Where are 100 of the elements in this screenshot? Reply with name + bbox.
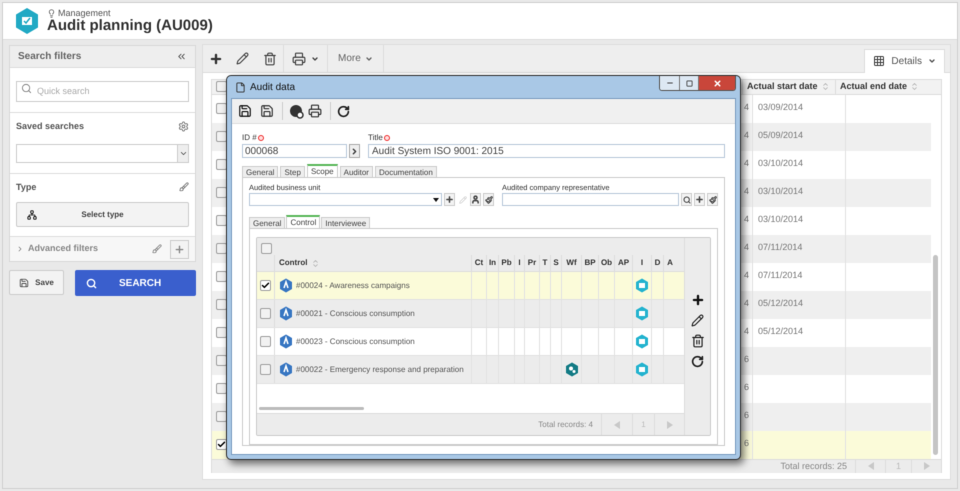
module-label[interactable]: Management bbox=[58, 9, 111, 18]
checkbox[interactable] bbox=[216, 382, 226, 394]
checkbox[interactable] bbox=[216, 354, 226, 366]
broom-icon[interactable] bbox=[152, 244, 162, 254]
refresh-icon[interactable] bbox=[337, 104, 350, 118]
select-type-button[interactable]: Select type bbox=[16, 202, 189, 227]
caret-icon bbox=[311, 54, 319, 62]
id-field[interactable]: 000068 bbox=[242, 144, 347, 158]
add-button[interactable] bbox=[444, 193, 456, 206]
control-icon bbox=[279, 306, 293, 322]
save-close-icon[interactable] bbox=[260, 104, 274, 118]
tab[interactable]: Interviewee bbox=[321, 217, 370, 230]
column-header[interactable]: S bbox=[553, 257, 559, 270]
checkbox[interactable] bbox=[216, 438, 226, 450]
view-menu[interactable]: Details bbox=[864, 48, 945, 72]
printer-icon bbox=[292, 52, 306, 66]
table-row[interactable]: #00023 - Conscious consumption bbox=[257, 328, 684, 356]
tab[interactable]: General bbox=[249, 217, 286, 230]
checkbox[interactable] bbox=[216, 130, 226, 142]
table-cell-text: 6 bbox=[744, 352, 749, 366]
clear-button[interactable] bbox=[483, 193, 494, 206]
more-menu[interactable]: More bbox=[328, 45, 384, 72]
indicator-icon bbox=[635, 278, 649, 294]
checkbox[interactable] bbox=[216, 270, 226, 282]
collapse-icon[interactable] bbox=[176, 51, 187, 62]
table-row[interactable]: #00021 - Conscious consumption bbox=[257, 300, 684, 328]
column-header[interactable]: Ob bbox=[600, 257, 612, 270]
quick-search-field[interactable]: Quick search bbox=[16, 80, 189, 102]
total-records: Total records: 25 bbox=[780, 460, 848, 472]
search-button[interactable]: SEARCH bbox=[75, 270, 196, 296]
checkbox[interactable] bbox=[216, 242, 226, 254]
table-cell-text: 4 bbox=[744, 324, 749, 338]
checkbox[interactable] bbox=[216, 214, 226, 226]
add-filter-button[interactable] bbox=[170, 240, 189, 258]
column-header[interactable]: D bbox=[654, 257, 660, 270]
column-header[interactable]: Ct bbox=[474, 257, 484, 270]
settings-icon[interactable] bbox=[178, 121, 189, 132]
scrollbar[interactable] bbox=[259, 407, 364, 410]
column-header[interactable]: Actual end date bbox=[840, 80, 908, 94]
globe-search-icon[interactable] bbox=[289, 104, 304, 118]
print-preview-icon[interactable] bbox=[308, 104, 322, 118]
caret-icon bbox=[364, 54, 373, 62]
column-header[interactable]: A bbox=[667, 257, 673, 270]
maximize-button[interactable] bbox=[680, 76, 699, 90]
column-header[interactable]: BP bbox=[584, 257, 596, 270]
checkbox[interactable] bbox=[216, 298, 226, 310]
window-title: Audit data bbox=[250, 80, 296, 94]
tab[interactable]: Step bbox=[280, 166, 305, 178]
checkbox[interactable] bbox=[216, 102, 226, 114]
tab[interactable]: Scope bbox=[306, 164, 338, 178]
save-icon[interactable] bbox=[238, 104, 252, 118]
close-icon bbox=[712, 78, 722, 88]
checkbox[interactable] bbox=[216, 158, 226, 170]
table-cell: 03/09/2014 bbox=[758, 102, 804, 112]
table-row[interactable]: #00022 - Emergency response and preparation bbox=[257, 356, 684, 384]
checkbox[interactable] bbox=[260, 280, 271, 292]
checkbox[interactable] bbox=[216, 81, 226, 92]
checkbox[interactable] bbox=[216, 186, 226, 198]
refresh-icon[interactable] bbox=[691, 355, 704, 368]
next-button[interactable] bbox=[349, 144, 360, 158]
expand-icon[interactable] bbox=[16, 245, 24, 253]
scrollbar[interactable] bbox=[933, 254, 938, 454]
clear-button[interactable] bbox=[707, 193, 718, 206]
required-icon bbox=[384, 135, 390, 141]
checkbox[interactable] bbox=[216, 410, 226, 422]
checkbox[interactable] bbox=[216, 326, 226, 338]
column-header[interactable]: Pb bbox=[501, 257, 512, 270]
lightbulb-icon bbox=[47, 9, 56, 18]
checkbox[interactable] bbox=[260, 336, 271, 348]
close-button[interactable] bbox=[699, 76, 735, 90]
table-row[interactable]: #00024 - Awareness campaigns bbox=[257, 272, 684, 300]
minimize-button[interactable] bbox=[660, 76, 680, 90]
column-header[interactable]: T bbox=[542, 257, 548, 270]
table-cell: 05/12/2014 bbox=[758, 298, 804, 308]
search-button[interactable] bbox=[681, 193, 692, 206]
tab[interactable]: Control bbox=[286, 215, 320, 230]
tab[interactable]: Auditor bbox=[340, 166, 373, 178]
column-header[interactable]: Pr bbox=[528, 257, 536, 270]
edit-icon[interactable] bbox=[691, 314, 704, 328]
table-cell: 03/10/2014 bbox=[758, 186, 804, 196]
checkbox[interactable] bbox=[260, 308, 271, 320]
checkbox[interactable] bbox=[260, 364, 271, 376]
tab[interactable]: General bbox=[242, 166, 278, 178]
delete-icon[interactable] bbox=[690, 334, 704, 348]
save-button[interactable]: Save bbox=[9, 270, 64, 295]
table-cell-text: 6 bbox=[744, 380, 749, 394]
add-button[interactable] bbox=[694, 193, 705, 206]
tab[interactable]: Documentation bbox=[374, 166, 437, 178]
column-header[interactable]: AP bbox=[618, 257, 630, 270]
broom-icon[interactable] bbox=[179, 182, 189, 192]
column-header[interactable]: In bbox=[488, 257, 496, 270]
column-header[interactable]: Actual start date bbox=[747, 80, 818, 94]
checkbox[interactable] bbox=[260, 243, 272, 254]
dropdown-arrow-icon bbox=[433, 198, 440, 202]
representative-field[interactable] bbox=[502, 193, 679, 206]
user-button[interactable] bbox=[470, 193, 482, 206]
add-icon[interactable] bbox=[690, 293, 704, 308]
column-header[interactable]: Control bbox=[279, 257, 308, 270]
title-field[interactable]: Audit System ISO 9001: 2015 bbox=[368, 144, 725, 158]
column-header[interactable]: Wf bbox=[566, 257, 577, 270]
